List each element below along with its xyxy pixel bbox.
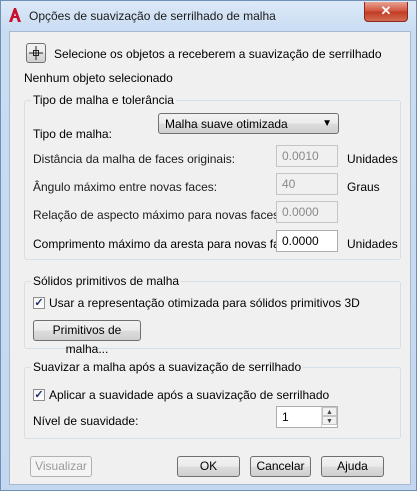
title-bar: Opções de suavização de serrilhado de ma…	[1, 1, 416, 31]
mesh-type-label: Tipo de malha:	[33, 127, 112, 141]
aspect-ratio-input[interactable]	[276, 201, 338, 223]
max-edge-length-unit: Unidades	[347, 237, 398, 251]
mesh-type-value: Malha suave otimizada	[165, 117, 288, 131]
close-button[interactable]: ✕	[364, 2, 408, 22]
smooth-group-title: Suavizar a malha após a suavização de se…	[31, 360, 304, 374]
ok-button[interactable]: OK	[177, 456, 240, 477]
apply-smoothness-label[interactable]: Aplicar a suavidade após a suavização de…	[49, 388, 329, 402]
smoothness-level-spinner[interactable]: ▲ ▼	[321, 407, 337, 427]
optimized-primitives-label[interactable]: Usar a representação otimizada para sóli…	[49, 296, 360, 310]
mesh-type-group-title: Tipo de malha e tolerância	[31, 93, 176, 107]
angle-unit: Graus	[347, 180, 380, 194]
window-title: Opções de suavização de serrilhado de ma…	[29, 9, 276, 23]
angle-input[interactable]	[276, 173, 338, 195]
crosshair-icon	[29, 46, 43, 60]
max-edge-length-label: Comprimento máximo da aresta para novas …	[33, 237, 302, 251]
smooth-mesh-group: Suavizar a malha após a suavização de se…	[24, 360, 401, 439]
spin-down-icon[interactable]: ▼	[322, 416, 337, 425]
mesh-type-dropdown[interactable]: Malha suave otimizada ▼	[158, 113, 339, 134]
mesh-primitives-group: Sólidos primitivos de malha ✓ Usar a rep…	[24, 274, 401, 356]
dropdown-arrow-icon: ▼	[322, 118, 332, 129]
dialog-window: Opções de suavização de serrilhado de ma…	[0, 0, 417, 491]
dialog-client-area: Selecione os objetos a receberem a suavi…	[9, 31, 411, 485]
distance-input[interactable]	[276, 145, 338, 167]
autocad-logo-icon	[9, 8, 21, 22]
angle-label: Ângulo máximo entre novas faces:	[33, 180, 218, 194]
cancel-button[interactable]: Cancelar	[250, 456, 311, 477]
mesh-type-tolerance-group: Tipo de malha e tolerância Tipo de malha…	[24, 93, 401, 260]
smoothness-level-label: Nível de suavidade:	[33, 414, 139, 428]
mesh-primitives-button[interactable]: Primitivos de malha...	[33, 320, 141, 356]
spin-up-icon[interactable]: ▲	[322, 407, 337, 416]
select-objects-button[interactable]	[26, 43, 46, 63]
max-edge-length-input[interactable]	[276, 230, 338, 252]
distance-label: Distância da malha de faces originais:	[33, 152, 236, 166]
select-objects-label[interactable]: Selecione os objetos a receberem a suavi…	[54, 47, 382, 61]
preview-button[interactable]: Visualizar	[30, 456, 92, 477]
selection-status: Nenhum objeto selecionado	[24, 71, 173, 85]
aspect-ratio-label: Relação de aspecto máximo para novas fac…	[33, 208, 283, 222]
distance-unit: Unidades	[347, 152, 398, 166]
help-button[interactable]: Ajuda	[321, 456, 384, 477]
apply-smoothness-checkbox[interactable]: ✓	[33, 389, 45, 401]
primitives-group-title: Sólidos primitivos de malha	[31, 274, 182, 288]
optimized-primitives-checkbox[interactable]: ✓	[33, 297, 45, 309]
